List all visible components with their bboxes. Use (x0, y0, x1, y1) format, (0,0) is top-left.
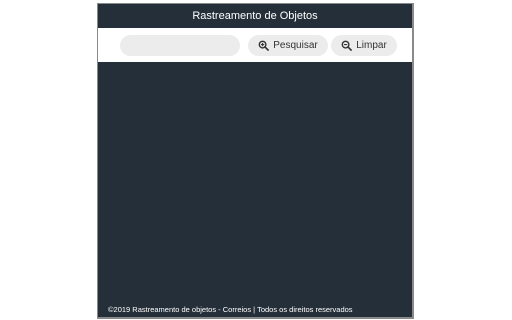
app-title: Rastreamento de Objetos (98, 4, 412, 28)
search-button[interactable]: Pesquisar (248, 35, 328, 56)
search-toolbar: Pesquisar Limpar (98, 28, 412, 62)
results-area: ©2019 Rastreamento de objetos - Correios… (98, 62, 412, 317)
zoom-in-icon (258, 40, 270, 51)
clear-button[interactable]: Limpar (331, 35, 397, 56)
tracking-code-input[interactable] (120, 35, 240, 56)
extension-window: Rastreamento de Objetos Pesquisar Limpar… (97, 3, 414, 319)
search-button-label: Pesquisar (273, 40, 318, 51)
clear-button-label: Limpar (356, 40, 387, 51)
zoom-out-icon (341, 40, 353, 51)
footer-copyright: ©2019 Rastreamento de objetos - Correios… (108, 305, 353, 314)
